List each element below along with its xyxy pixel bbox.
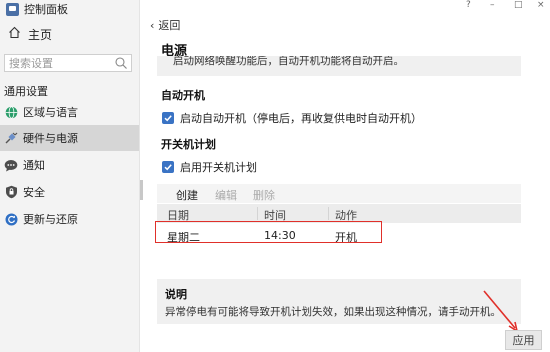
sidebar-item-region-language[interactable]: 区域与语言 bbox=[0, 99, 139, 125]
note-text: 异常停电有可能将导致开机计划失效，如果出现这种情况，请手动开机。 bbox=[165, 306, 501, 318]
sidebar-item-security[interactable]: 安全 bbox=[0, 179, 139, 205]
sidebar-item-hardware-power[interactable]: 硬件与电源 bbox=[0, 125, 139, 151]
control-panel-icon bbox=[6, 2, 19, 16]
home-icon bbox=[6, 26, 22, 43]
schedule-toolbar: 创建 编辑 删除 bbox=[157, 184, 521, 203]
edit-button[interactable]: 编辑 bbox=[215, 187, 237, 203]
sidebar-item-label: 更新与还原 bbox=[23, 213, 78, 226]
delete-button[interactable]: 删除 bbox=[253, 187, 275, 203]
sidebar-item-label: 区域与语言 bbox=[23, 106, 78, 119]
auto-power-heading: 自动开机 bbox=[161, 89, 205, 102]
globe-icon bbox=[4, 105, 18, 119]
app-title-bar: 控制面板 bbox=[6, 1, 68, 17]
apply-button[interactable]: 应用 bbox=[505, 330, 542, 350]
checkbox-checked-icon[interactable] bbox=[162, 161, 174, 173]
schedule-checkbox[interactable]: 启用开关机计划 bbox=[162, 159, 257, 175]
plug-icon bbox=[4, 131, 18, 145]
sidebar-item-notifications[interactable]: 通知 bbox=[0, 152, 139, 178]
search-icon[interactable] bbox=[114, 56, 128, 70]
back-button[interactable]: ‹ 返回 bbox=[150, 17, 180, 33]
schedule-label: 启用开关机计划 bbox=[180, 161, 257, 174]
sidebar-item-label: 通知 bbox=[23, 159, 45, 172]
chevron-left-icon: ‹ bbox=[150, 18, 155, 32]
sidebar: 控制面板 主页 通用设置 区域与语言 硬件与电源 通知 bbox=[0, 0, 140, 352]
maximize-button[interactable]: □ bbox=[514, 0, 523, 10]
app-title: 控制面板 bbox=[24, 3, 68, 16]
chat-bubble-icon bbox=[4, 158, 18, 172]
search-box[interactable] bbox=[4, 54, 132, 72]
scrollbar[interactable] bbox=[140, 180, 143, 200]
close-button[interactable]: × bbox=[537, 0, 545, 10]
sidebar-item-label: 安全 bbox=[23, 186, 45, 199]
annotation-arrow-icon bbox=[483, 290, 519, 333]
group-label-general: 通用设置 bbox=[4, 85, 48, 98]
create-button[interactable]: 创建 bbox=[176, 187, 198, 203]
help-button[interactable]: ? bbox=[466, 0, 471, 10]
schedule-heading: 开关机计划 bbox=[161, 138, 216, 151]
column-divider[interactable] bbox=[328, 207, 329, 220]
shield-icon bbox=[4, 185, 18, 199]
sidebar-item-update-restore[interactable]: 更新与还原 bbox=[0, 206, 139, 232]
note-title: 说明 bbox=[165, 288, 187, 301]
auto-power-checkbox[interactable]: 启动自动开机（停电后，再收复供电时自动开机） bbox=[162, 110, 422, 126]
auto-power-label: 启动自动开机（停电后，再收复供电时自动开机） bbox=[180, 112, 422, 125]
search-input[interactable] bbox=[5, 55, 117, 71]
back-label: 返回 bbox=[158, 19, 181, 32]
checkbox-checked-icon[interactable] bbox=[162, 112, 174, 124]
refresh-icon bbox=[4, 212, 18, 226]
sidebar-item-label: 硬件与电源 bbox=[23, 132, 78, 145]
note-box: 说明 异常停电有可能将导致开机计划失效，如果出现这种情况，请手动开机。 bbox=[157, 279, 521, 324]
wake-on-lan-info: 启动网络唤醒功能后，自动开机功能将自动开启。 bbox=[157, 56, 521, 76]
info-text: 启动网络唤醒功能后，自动开机功能将自动开启。 bbox=[173, 56, 404, 67]
minimize-button[interactable]: – bbox=[490, 0, 495, 10]
home-label: 主页 bbox=[28, 27, 53, 42]
window-controls: ? – □ × bbox=[140, 0, 550, 12]
row-highlight-annotation bbox=[155, 221, 382, 243]
sidebar-home[interactable]: 主页 bbox=[6, 25, 52, 43]
column-divider[interactable] bbox=[257, 207, 258, 220]
